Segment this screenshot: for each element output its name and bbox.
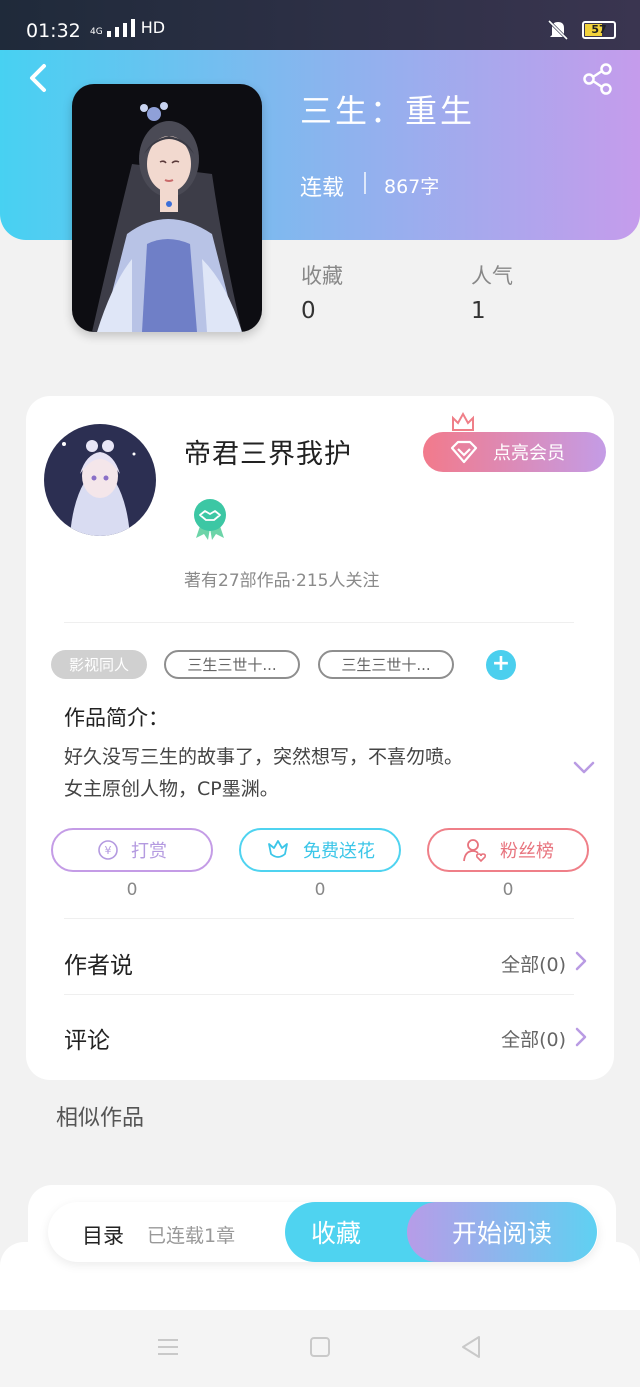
tip-button[interactable]: ¥ 打赏 (51, 828, 213, 872)
tag-item[interactable]: 三生三世十... (318, 650, 454, 679)
vip-button[interactable]: 点亮会员 (423, 432, 606, 472)
word-count: 867字 (384, 176, 440, 198)
back-nav-icon[interactable] (459, 1334, 485, 1360)
vip-button-label: 点亮会员 (493, 443, 565, 464)
home-icon[interactable] (307, 1334, 333, 1360)
tag-category[interactable]: 影视同人 (51, 650, 147, 679)
comments-all-link[interactable]: 全部(0) (501, 1025, 566, 1052)
menu-icon[interactable] (155, 1334, 181, 1360)
fan-ranking-button[interactable]: 粉丝榜 (427, 828, 589, 872)
chevron-right-icon[interactable] (574, 950, 588, 972)
comments-title[interactable]: 评论 (64, 1021, 110, 1055)
popularity-count: 1 (471, 298, 486, 324)
fan-heart-icon (463, 839, 487, 863)
share-icon[interactable] (582, 62, 614, 96)
favorites-count: 0 (301, 298, 316, 324)
send-flower-label: 免费送花 (303, 841, 375, 862)
crown-icon (452, 411, 474, 431)
intro-line: 女主原创人物，CP墨渊。 (64, 778, 279, 800)
yuan-coin-icon: ¥ (98, 840, 118, 860)
tip-label: 打赏 (131, 841, 167, 862)
flower-icon (268, 840, 288, 858)
popularity-label: 人气 (471, 264, 513, 288)
battery-icon: 57 (582, 21, 616, 39)
serial-status: 连载 (300, 176, 345, 201)
start-reading-button[interactable]: 开始阅读 (407, 1202, 597, 1262)
toc-button[interactable]: 目录 (82, 1220, 124, 1250)
tip-count: 0 (126, 880, 138, 900)
fan-count: 0 (502, 880, 514, 900)
status-bar: 01:32 4G HD 57 (0, 0, 640, 50)
author-avatar[interactable] (44, 424, 156, 536)
add-tag-button[interactable]: + (486, 650, 516, 680)
network-indicator: 4G HD (90, 18, 166, 37)
send-flower-button[interactable]: 免费送花 (239, 828, 401, 872)
intro-heading: 作品简介： (64, 706, 169, 730)
back-icon[interactable] (24, 60, 54, 96)
flower-count: 0 (314, 880, 326, 900)
chevron-down-icon[interactable] (572, 760, 596, 776)
author-stats: 著有27部作品·215人关注 (184, 571, 380, 591)
fan-ranking-label: 粉丝榜 (500, 841, 554, 862)
author-notes-title[interactable]: 作者说 (64, 946, 133, 980)
chevron-right-icon[interactable] (574, 1026, 588, 1048)
favorite-button-label: 收藏 (311, 1219, 362, 1248)
author-notes-all-link[interactable]: 全部(0) (501, 950, 566, 977)
author-name[interactable]: 帝君三界我护 (184, 432, 352, 471)
divider (64, 994, 574, 995)
intro-line: 好久没写三生的故事了，突然想写，不喜勿喷。 (64, 746, 464, 768)
start-reading-label: 开始阅读 (451, 1219, 552, 1248)
diamond-icon (450, 440, 478, 464)
silent-mode-icon (547, 19, 569, 41)
similar-works-title: 相似作品 (56, 1106, 145, 1131)
tag-item[interactable]: 三生三世十... (164, 650, 300, 679)
book-title: 三生：重生 (300, 92, 476, 130)
book-cover[interactable] (72, 84, 262, 332)
svg-text:¥: ¥ (105, 844, 112, 857)
chapter-count: 已连载1章 (147, 1225, 236, 1247)
divider (64, 622, 574, 623)
hd-label: HD (140, 18, 166, 37)
divider (64, 918, 574, 919)
favorites-label: 收藏 (301, 264, 343, 288)
divider (364, 172, 366, 194)
author-badge-icon (194, 499, 226, 540)
status-time: 01:32 (26, 20, 81, 42)
